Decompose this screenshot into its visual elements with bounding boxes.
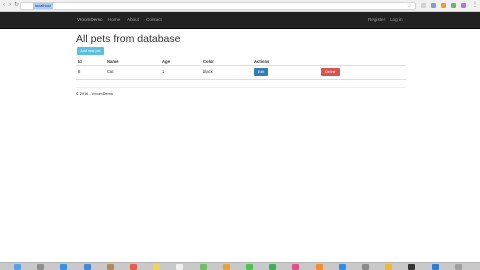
cell-id: 8 [78, 69, 81, 74]
finder-icon[interactable] [14, 264, 21, 270]
extension-icon[interactable] [441, 3, 446, 8]
chrome-icon[interactable] [385, 264, 393, 270]
url-text[interactable]: localhost [33, 3, 53, 9]
trash-icon[interactable] [454, 264, 462, 270]
register-link[interactable]: Register [368, 17, 385, 23]
extension-icon[interactable] [421, 3, 426, 8]
mail-icon[interactable] [83, 264, 91, 270]
messages-icon[interactable] [246, 264, 253, 270]
extension-icon[interactable] [461, 3, 466, 8]
maps-icon[interactable] [199, 264, 207, 270]
extension-icon[interactable] [431, 3, 436, 8]
reminders-icon[interactable] [176, 264, 184, 270]
edit-button[interactable]: Edit [254, 68, 268, 76]
nav-link-contact[interactable]: Contact [146, 17, 162, 23]
system-preferences-icon[interactable] [362, 264, 369, 270]
bookmark-star-icon[interactable]: ☆ [407, 3, 412, 9]
address-bar[interactable]: localhost ☆ [20, 2, 416, 10]
dock [0, 262, 480, 270]
add-pet-button[interactable]: Add new pet [77, 47, 104, 55]
login-link[interactable]: Log in [390, 17, 403, 23]
table-row-divider [76, 79, 406, 80]
itunes-icon[interactable] [292, 264, 300, 270]
terminal-icon[interactable] [408, 264, 416, 270]
nav-link-about[interactable]: About [127, 17, 139, 23]
table-header-divider [76, 65, 406, 66]
extension-icon[interactable] [451, 3, 456, 8]
back-icon[interactable]: ‹ [3, 2, 8, 8]
photos-icon[interactable] [222, 264, 230, 270]
footer-text: © 2016 - VroomDemo [76, 92, 113, 96]
cell-name: Cat [107, 69, 114, 74]
browser-menu-icon[interactable]: ⋮ [472, 2, 478, 9]
safari-icon[interactable] [60, 264, 68, 270]
launchpad-icon[interactable] [37, 264, 45, 270]
page-title: All pets from database [76, 33, 181, 45]
cell-age: 1 [162, 69, 165, 74]
notes-icon[interactable] [153, 264, 161, 270]
nav-link-home[interactable]: Home [108, 17, 120, 23]
reload-icon[interactable]: ↻ [14, 2, 19, 8]
cell-color: black [203, 69, 213, 74]
app-store-icon[interactable] [338, 264, 346, 270]
delete-button[interactable]: Delete [321, 68, 340, 76]
brand-link[interactable]: VroomDemo [77, 17, 103, 23]
visual-studio-code-icon[interactable] [431, 264, 439, 270]
site-navbar: VroomDemo Home About Contact Register Lo… [0, 12, 480, 29]
footer-divider [76, 87, 406, 88]
contacts-icon[interactable] [106, 264, 114, 270]
facetime-icon[interactable] [269, 264, 277, 270]
calendar-icon[interactable] [130, 264, 137, 270]
ibooks-icon[interactable] [315, 264, 323, 270]
browser-toolbar: ‹ › ↻ localhost ☆ ⋮ [0, 0, 480, 12]
